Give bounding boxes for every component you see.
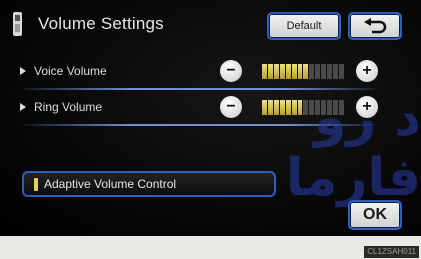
- volume-segment: [267, 64, 273, 79]
- page-header: Volume Settings: [10, 6, 164, 42]
- volume-segment: [291, 64, 297, 79]
- bullet-icon: [20, 67, 26, 75]
- volume-segment: [309, 64, 315, 79]
- volume-segment: [262, 64, 267, 79]
- volume-segment: [327, 64, 333, 79]
- minus-icon: −: [226, 62, 236, 79]
- page-title: Volume Settings: [38, 14, 164, 33]
- default-button[interactable]: Default: [267, 12, 341, 40]
- bullet-icon: [20, 103, 26, 111]
- voice-volume-label: Voice Volume: [34, 64, 107, 78]
- voice-volume-level: [262, 64, 344, 79]
- volume-segment: [303, 64, 309, 79]
- volume-segment: [338, 64, 344, 79]
- volume-settings-screen: Volume Settings Default Voice Volume − +…: [0, 0, 421, 236]
- volume-segment: [279, 64, 285, 79]
- ring-volume-label: Ring Volume: [34, 100, 103, 114]
- plus-icon: +: [362, 62, 372, 79]
- volume-segment: [297, 64, 303, 79]
- adaptive-volume-control-button[interactable]: Adaptive Volume Control: [22, 171, 276, 197]
- back-button[interactable]: [348, 12, 402, 40]
- volume-segment: [321, 64, 327, 79]
- voice-volume-increase-button[interactable]: +: [356, 60, 378, 82]
- volume-segment: [315, 64, 321, 79]
- back-arrow-icon: [364, 18, 387, 34]
- ok-button[interactable]: OK: [348, 200, 402, 230]
- voice-volume-row: Voice Volume − +: [20, 60, 380, 90]
- toggle-indicator-icon: [34, 177, 38, 191]
- phone-handset-icon: [13, 12, 22, 36]
- volume-segment: [285, 64, 291, 79]
- voice-volume-decrease-button[interactable]: −: [220, 60, 242, 82]
- volume-segment: [333, 64, 338, 79]
- volume-segment: [273, 64, 279, 79]
- adaptive-volume-label: Adaptive Volume Control: [44, 177, 177, 191]
- image-code: CL1ZSAH011: [364, 246, 419, 258]
